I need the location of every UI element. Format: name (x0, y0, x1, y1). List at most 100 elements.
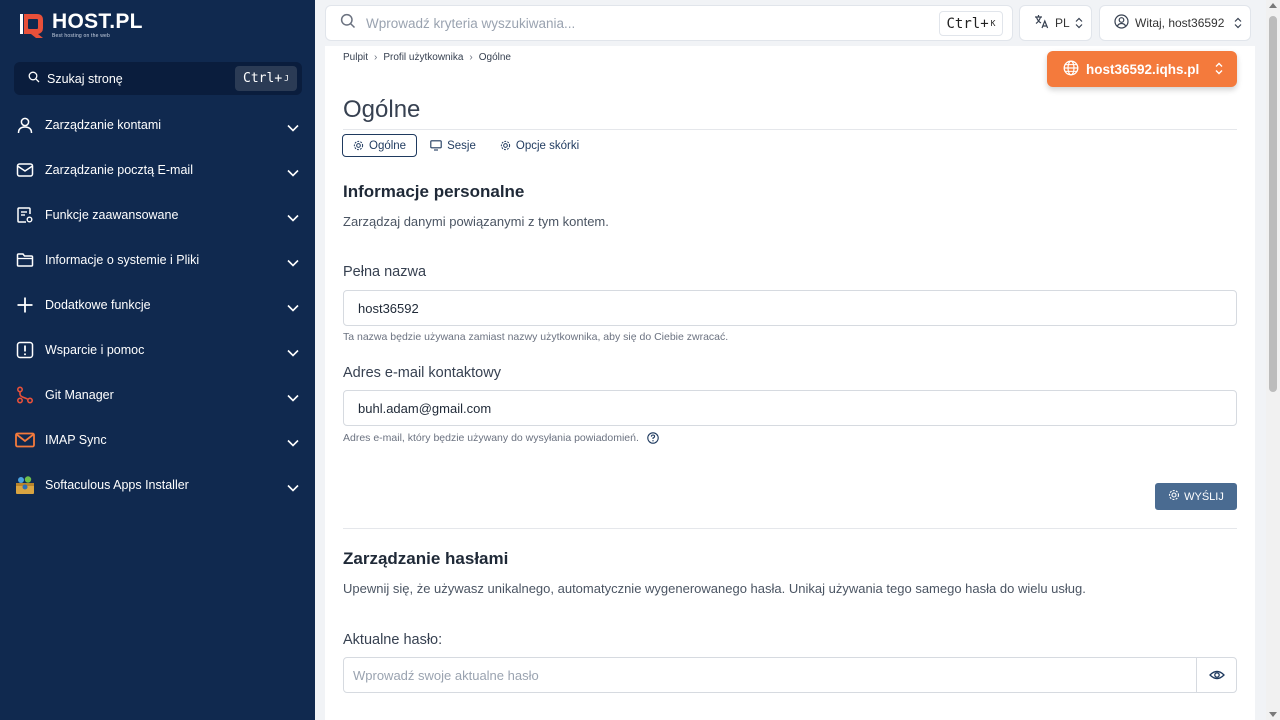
sidebar-item-label: Git Manager (45, 387, 114, 402)
tab-label: Opcje skórki (515, 139, 580, 152)
language-selector[interactable]: PL (1019, 5, 1092, 41)
user-menu[interactable]: Witaj, host36592 (1099, 5, 1251, 41)
current-password-input[interactable] (344, 658, 1196, 692)
sidebar-item-label: Informacje o systemie i Pliki (45, 252, 200, 267)
translate-icon (1034, 14, 1049, 32)
submit-button-label: WYŚLIJ (1184, 490, 1224, 503)
sidebar-item-account-management[interactable]: Zarządzanie kontami (0, 102, 315, 147)
sidebar-item-label: Wsparcie i pomoc (45, 342, 145, 357)
personal-info-description: Zarządzaj danymi powiązanymi z tym konte… (343, 214, 609, 229)
user-icon (15, 115, 35, 135)
tab-sessions[interactable]: Sesje (419, 134, 487, 157)
user-circle-icon (1114, 14, 1129, 32)
alert-icon (15, 340, 35, 360)
chevron-down-icon (287, 254, 299, 272)
sidebar-item-imap-sync[interactable]: IMAP Sync (0, 417, 315, 462)
sidebar-item-label: Softaculous Apps Installer (45, 477, 189, 492)
fullname-input[interactable]: host36592 (343, 290, 1237, 326)
search-icon (28, 70, 40, 88)
sidebar-search-label: Szukaj stronę (47, 71, 123, 86)
sidebar-search[interactable]: Szukaj stronę Ctrl+ J (14, 62, 302, 95)
global-search-shortcut: Ctrl+ K (939, 11, 1003, 36)
sidebar-item-support-help[interactable]: Wsparcie i pomoc (0, 327, 315, 372)
sidebar-item-email-management[interactable]: Zarządzanie pocztą E-mail (0, 147, 315, 192)
sidebar-menu: Zarządzanie kontami Zarządzanie pocztą E… (0, 102, 315, 507)
sidebar-item-git-manager[interactable]: Git Manager (0, 372, 315, 417)
sidebar-item-label: Dodatkowe funkcje (45, 297, 151, 312)
advanced-settings-icon (15, 205, 35, 225)
chevron-right-icon: › (374, 52, 378, 63)
tab-skin-options[interactable]: Opcje skórki (489, 134, 590, 157)
domain-selector[interactable]: host36592.iqhs.pl (1047, 51, 1237, 87)
chevron-down-icon (287, 164, 299, 182)
chevron-right-icon: › (469, 52, 473, 63)
imap-mail-icon (15, 430, 35, 450)
sidebar-item-label: IMAP Sync (45, 432, 107, 447)
sidebar-item-label: Zarządzanie pocztą E-mail (45, 162, 193, 177)
chevron-updown-icon (1215, 62, 1223, 78)
git-icon (15, 385, 35, 405)
title-divider (343, 129, 1237, 130)
breadcrumb-item-profile[interactable]: Profil użytkownika (383, 52, 463, 63)
tab-general[interactable]: Ogólne (342, 134, 418, 157)
sidebar: HOST.PL Best hosting on the web Szukaj s… (0, 0, 315, 720)
global-search-input[interactable] (366, 15, 906, 31)
chevron-down-icon (287, 389, 299, 407)
scroll-up-arrow-icon[interactable] (1269, 3, 1277, 8)
breadcrumb: Pulpit › Profil użytkownika › Ogólne (343, 52, 511, 63)
gear-icon (1168, 489, 1180, 504)
brand-name: HOST.PL (52, 10, 143, 33)
mail-icon (15, 160, 35, 180)
sidebar-item-system-info-files[interactable]: Informacje o systemie i Pliki (0, 237, 315, 282)
password-management-description: Upewnij się, że używasz unikalnego, auto… (343, 581, 1086, 596)
chevron-down-icon (287, 479, 299, 497)
eye-icon[interactable] (1196, 658, 1236, 692)
page-scrollbar[interactable] (1266, 0, 1280, 720)
global-search[interactable]: Ctrl+K (325, 5, 1013, 41)
email-help: Adres e-mail, który będzie używany do wy… (343, 432, 659, 444)
sidebar-search-shortcut: Ctrl+ J (235, 66, 297, 91)
fullname-help: Ta nazwa będzie używana zamiast nazwy uż… (343, 331, 729, 343)
personal-info-title: Informacje personalne (343, 182, 525, 201)
sidebar-item-label: Zarządzanie kontami (45, 117, 162, 132)
host-pl-logo-icon (20, 11, 46, 39)
page-title: Ogólne (343, 96, 421, 123)
fullname-label: Pełna nazwa (343, 264, 427, 280)
sidebar-item-label: Funkcje zaawansowane (45, 207, 179, 222)
globe-icon (1063, 60, 1079, 79)
breadcrumb-item-dashboard[interactable]: Pulpit (343, 52, 368, 63)
sidebar-item-softaculous[interactable]: Softaculous Apps Installer (0, 462, 315, 507)
monitor-icon (430, 140, 442, 151)
chevron-down-icon (287, 344, 299, 362)
language-label: PL (1055, 16, 1070, 30)
email-input[interactable]: buhl.adam@gmail.com (343, 390, 1237, 426)
current-password-label: Aktualne hasło: (343, 632, 443, 648)
current-password-field (343, 657, 1237, 693)
password-management-title: Zarządzanie hasłami (343, 549, 509, 568)
scroll-down-arrow-icon[interactable] (1269, 712, 1277, 717)
gear-icon (353, 140, 364, 151)
help-circle-icon[interactable] (647, 432, 659, 444)
brand-tagline: Best hosting on the web (52, 33, 110, 39)
sidebar-item-additional-functions[interactable]: Dodatkowe funkcje (0, 282, 315, 327)
section-divider (343, 528, 1237, 529)
chevron-updown-icon (1234, 17, 1242, 32)
submit-button[interactable]: WYŚLIJ (1155, 483, 1237, 510)
scrollbar-thumb[interactable] (1269, 16, 1277, 392)
sidebar-item-advanced-functions[interactable]: Funkcje zaawansowane (0, 192, 315, 237)
chevron-down-icon (287, 299, 299, 317)
tab-label: Ogólne (369, 139, 407, 152)
profile-tabs: Ogólne Sesje Opcje skórki (342, 134, 592, 157)
main-content: Pulpit › Profil użytkownika › Ogólne hos… (325, 46, 1255, 720)
user-greeting: Witaj, host36592 (1135, 16, 1225, 30)
chevron-down-icon (287, 209, 299, 227)
breadcrumb-item-current: Ogólne (478, 52, 511, 63)
chevron-down-icon (287, 119, 299, 137)
domain-selector-label: host36592.iqhs.pl (1086, 61, 1200, 77)
softaculous-icon (15, 475, 35, 495)
search-icon (340, 13, 356, 34)
brand-logo[interactable]: HOST.PL Best hosting on the web (20, 11, 143, 39)
email-label: Adres e-mail kontaktowy (343, 365, 501, 381)
plus-icon (15, 295, 35, 315)
tab-label: Sesje (447, 139, 476, 152)
